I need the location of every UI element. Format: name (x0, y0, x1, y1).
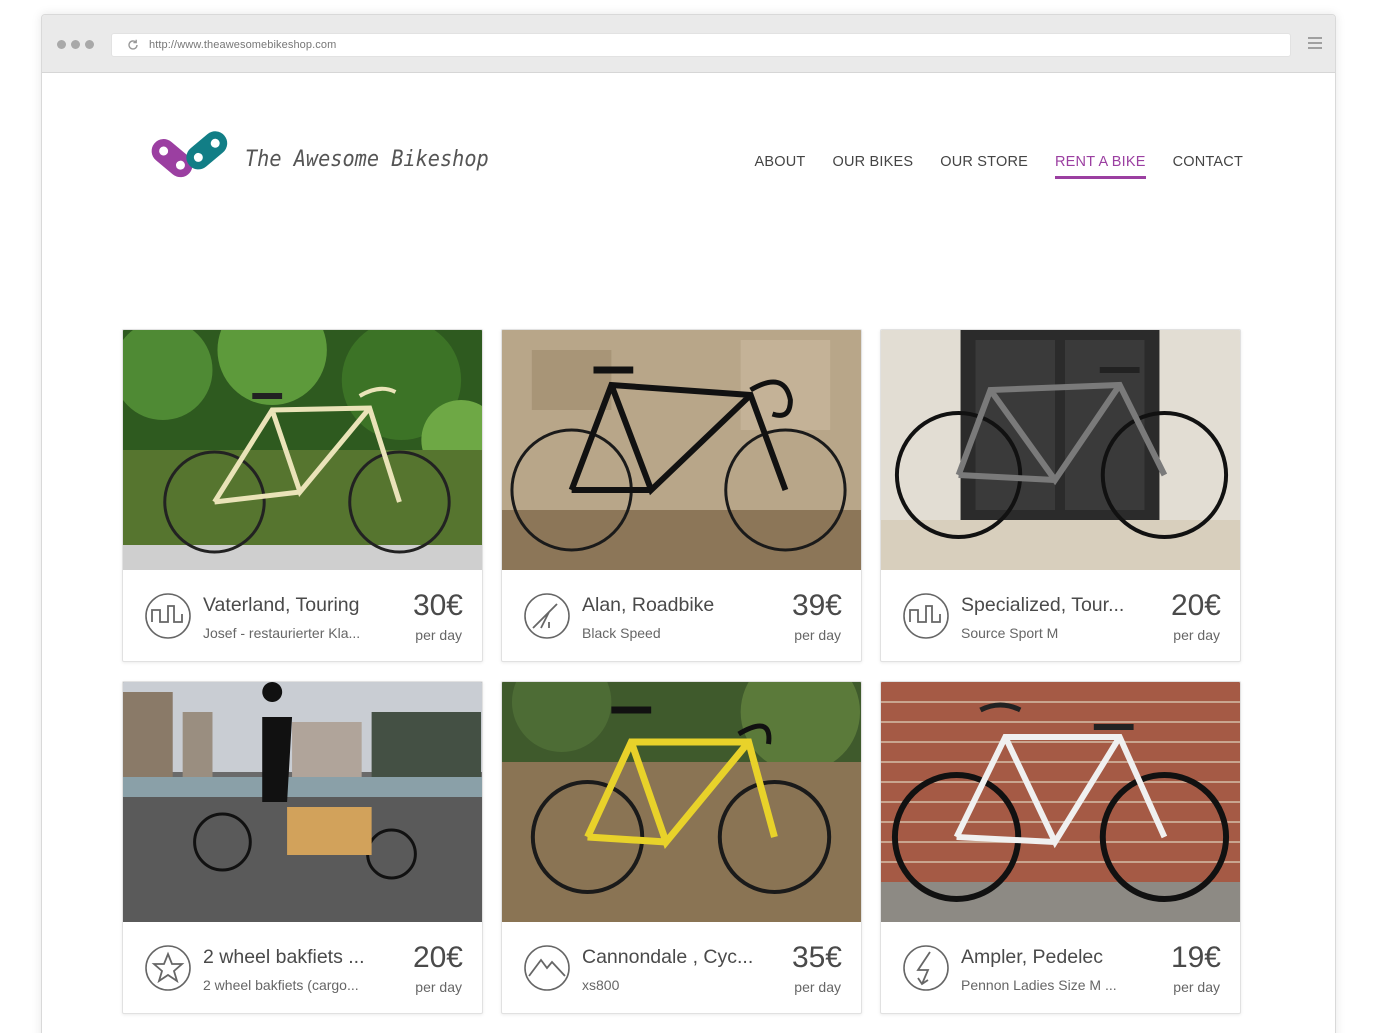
bike-subtitle: 2 wheel bakfiets (cargo... (203, 977, 359, 993)
bike-price: 35€ (791, 941, 842, 974)
window-controls (57, 40, 94, 49)
nav-our-store[interactable]: OUR STORE (940, 154, 1028, 179)
bike-info: Vaterland, Touring Josef - restaurierter… (123, 570, 482, 661)
bike-photo (123, 682, 482, 922)
mountain-icon (524, 945, 570, 991)
price-unit: per day (794, 979, 841, 995)
bike-info: Ampler, Pedelec Pennon Ladies Size M ...… (881, 922, 1240, 1013)
bike-price: 19€ (1170, 941, 1221, 974)
bike-subtitle: Source Sport M (961, 625, 1059, 641)
price-unit: per day (415, 627, 462, 643)
bike-title: Cannondale , Cyc... (582, 946, 754, 968)
bike-price: 39€ (791, 589, 842, 622)
bike-card[interactable]: Ampler, Pedelec Pennon Ladies Size M ...… (880, 681, 1241, 1014)
price-unit: per day (415, 979, 462, 995)
bike-photo (123, 330, 482, 570)
chain-link-logo-icon (151, 131, 228, 178)
bike-title: Vaterland, Touring (203, 594, 360, 616)
bike-photo (881, 330, 1240, 570)
bike-card[interactable]: Cannondale , Cyc... xs800 35€ per day (501, 681, 862, 1014)
price-unit: per day (1173, 627, 1220, 643)
cargo-star-icon (145, 945, 191, 991)
bike-card[interactable]: 2 wheel bakfiets ... 2 wheel bakfiets (c… (122, 681, 483, 1014)
bike-info: 2 wheel bakfiets ... 2 wheel bakfiets (c… (123, 922, 482, 1013)
bike-title: Ampler, Pedelec (961, 946, 1103, 968)
bike-card[interactable]: Vaterland, Touring Josef - restaurierter… (122, 329, 483, 662)
bike-photo (881, 682, 1240, 922)
nav-about[interactable]: ABOUT (755, 154, 806, 179)
nav-contact[interactable]: CONTACT (1173, 154, 1243, 179)
price-unit: per day (1173, 979, 1220, 995)
nav-rent-a-bike[interactable]: RENT A BIKE (1055, 154, 1146, 179)
bike-title: Alan, Roadbike (582, 594, 715, 616)
roadbike-icon (524, 593, 570, 639)
bike-photo (502, 682, 861, 922)
main-nav: ABOUT OUR BIKES OUR STORE RENT A BIKE CO… (728, 154, 1243, 179)
window-dot-icon[interactable] (57, 40, 66, 49)
site-header: The Awesome Bikeshop ABOUT OUR BIKES OUR… (42, 73, 1335, 233)
address-bar[interactable]: http://www.theawesomebikeshop.com (111, 33, 1291, 57)
hamburger-menu-icon[interactable] (1308, 37, 1322, 52)
bike-card[interactable]: Specialized, Tour... Source Sport M 20€ … (880, 329, 1241, 662)
bike-title: Specialized, Tour... (961, 594, 1125, 616)
touring-icon (145, 593, 191, 639)
site-logo[interactable]: The Awesome Bikeshop (140, 121, 510, 185)
bike-price: 20€ (412, 941, 463, 974)
bike-card[interactable]: Alan, Roadbike Black Speed 39€ per day (501, 329, 862, 662)
window-dot-icon[interactable] (85, 40, 94, 49)
bike-subtitle: Black Speed (582, 625, 661, 641)
bike-subtitle: Pennon Ladies Size M ... (961, 977, 1117, 993)
reload-icon[interactable] (126, 38, 140, 52)
bike-price: 20€ (1170, 589, 1221, 622)
bike-subtitle: xs800 (582, 977, 620, 993)
bike-info: Cannondale , Cyc... xs800 35€ per day (502, 922, 861, 1013)
price-unit: per day (794, 627, 841, 643)
bike-info: Specialized, Tour... Source Sport M 20€ … (881, 570, 1240, 661)
browser-toolbar: http://www.theawesomebikeshop.com (42, 15, 1335, 73)
url-text: http://www.theawesomebikeshop.com (149, 39, 337, 51)
lightning-icon (903, 945, 949, 991)
bike-info: Alan, Roadbike Black Speed 39€ per day (502, 570, 861, 661)
browser-window: http://www.theawesomebikeshop.com The Aw… (41, 14, 1336, 1033)
bike-grid: Vaterland, Touring Josef - restaurierter… (122, 329, 1242, 1014)
bike-title: 2 wheel bakfiets ... (203, 946, 365, 968)
brand-name: The Awesome Bikeshop (245, 146, 489, 172)
touring-icon (903, 593, 949, 639)
bike-price: 30€ (412, 589, 463, 622)
bike-photo (502, 330, 861, 570)
window-dot-icon[interactable] (71, 40, 80, 49)
bike-subtitle: Josef - restaurierter Kla... (203, 625, 361, 641)
nav-our-bikes[interactable]: OUR BIKES (832, 154, 913, 179)
